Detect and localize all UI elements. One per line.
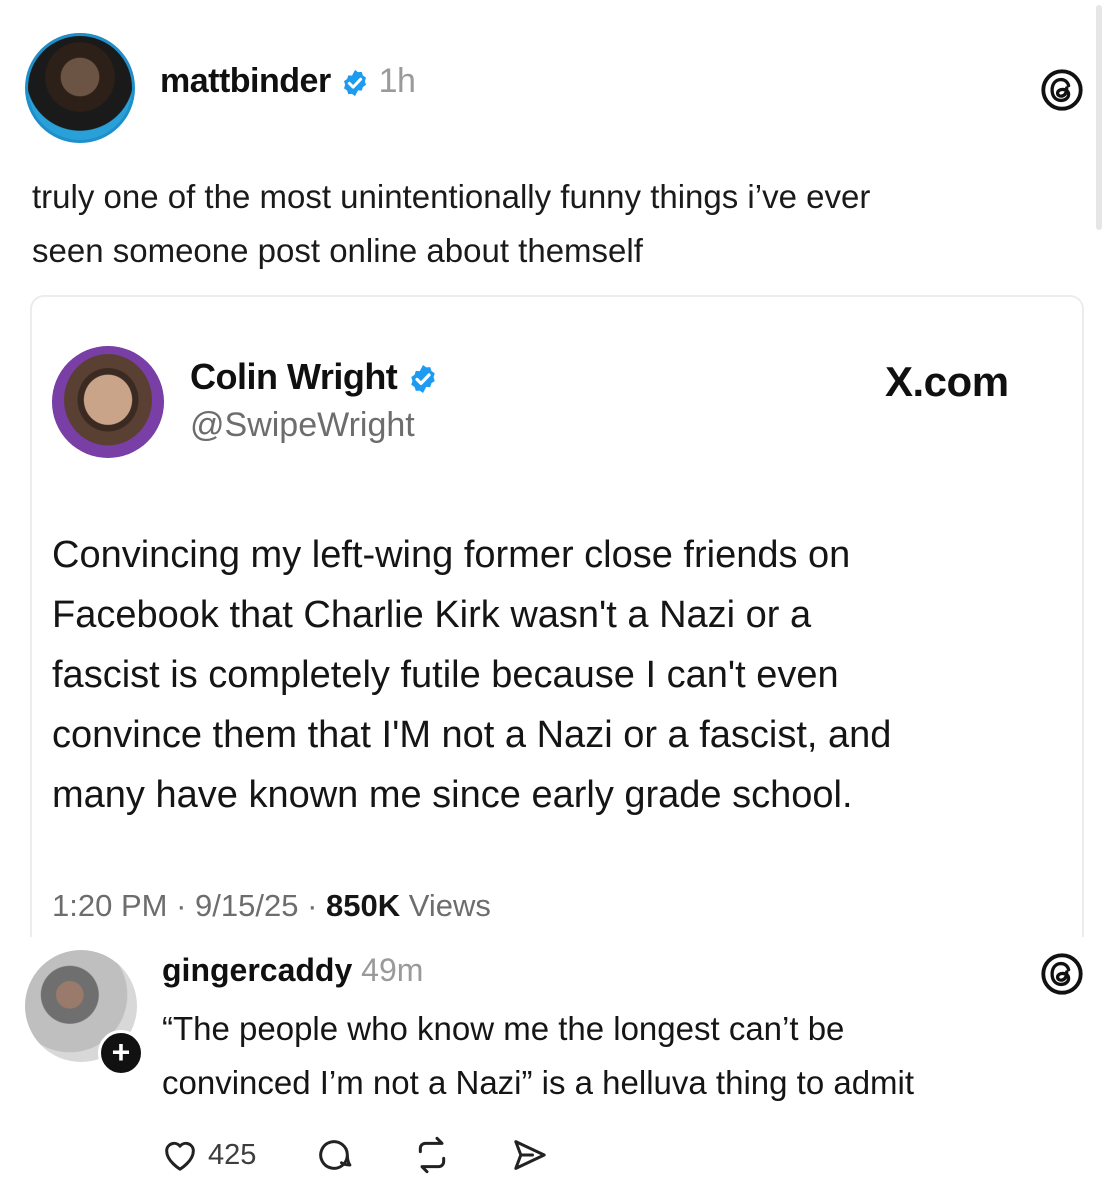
follow-plus-button[interactable]: + [98, 1030, 144, 1076]
quoted-handle: @SwipeWright [190, 406, 415, 444]
post-author: mattbinder 1h [160, 62, 416, 101]
username-link[interactable]: mattbinder [160, 62, 331, 100]
quoted-name[interactable]: Colin Wright [190, 356, 398, 397]
reply-actions: 425 [160, 1130, 608, 1180]
reply-text: “The people who know me the longest can’… [162, 1002, 1092, 1110]
repost-icon [419, 1136, 446, 1174]
quoted-date: 9/15/25 [195, 888, 299, 923]
reply-username[interactable]: gingercaddy [162, 952, 352, 988]
repost-button[interactable] [412, 1135, 452, 1175]
quoted-time: 1:20 PM [52, 888, 168, 923]
quoted-text-line: Facebook that Charlie Kirk wasn't a Nazi… [52, 594, 812, 636]
quoted-text-line: Convincing my left-wing former close fri… [52, 534, 851, 576]
share-button[interactable] [510, 1135, 550, 1175]
post-text: truly one of the most unintentionally fu… [32, 170, 1072, 278]
quoted-text-line: many have known me since early grade sch… [52, 774, 853, 816]
comment-icon [319, 1140, 352, 1170]
verified-badge-icon [343, 69, 366, 97]
quoted-post-text: Convincing my left-wing former close fri… [52, 525, 1062, 825]
quoted-text-line: fascist is completely futile because I c… [52, 654, 839, 696]
scrollbar[interactable] [1096, 5, 1102, 230]
quoted-post-meta: 1:20 PM · 9/15/25 · 850K Views [52, 888, 491, 923]
like-button[interactable]: 425 [160, 1135, 256, 1175]
reply-text-line: “The people who know me the longest can’… [162, 1010, 845, 1047]
threads-logo-icon[interactable] [1040, 952, 1084, 996]
quoted-author-name: Colin Wright [190, 356, 439, 398]
post-text-line: truly one of the most unintentionally fu… [32, 178, 871, 215]
threads-logo-icon[interactable] [1040, 68, 1084, 112]
quoted-avatar[interactable] [52, 346, 164, 458]
post-time: 1h [378, 62, 416, 100]
reply-text-line: convinced I’m not a Nazi” is a helluva t… [162, 1064, 915, 1101]
heart-icon [165, 1141, 195, 1171]
quoted-text-line: convince them that I'M not a Nazi or a f… [52, 714, 892, 756]
avatar[interactable] [25, 33, 135, 143]
reply-time: 49m [361, 952, 424, 988]
like-count: 425 [208, 1138, 257, 1171]
verified-badge-icon [411, 365, 435, 394]
post-text-line: seen someone post online about themself [32, 232, 643, 269]
views-count: 850K [326, 888, 401, 923]
views-label: Views [408, 888, 491, 923]
share-icon [514, 1140, 547, 1170]
reply-button[interactable] [314, 1135, 354, 1175]
reply-author: gingercaddy 49m [162, 952, 423, 989]
source-label: X.com [885, 358, 1009, 405]
